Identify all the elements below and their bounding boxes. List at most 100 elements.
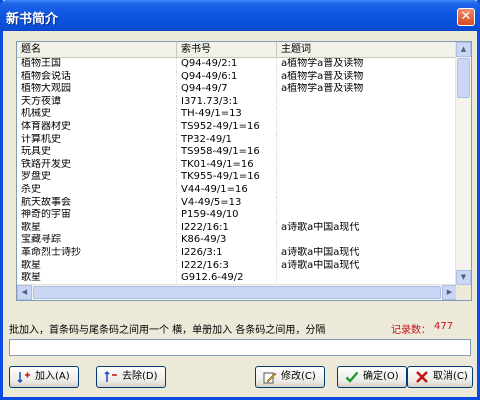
cell-title: 植物大观园 xyxy=(17,83,177,96)
cell-subject: a诗歌a中国a现代 xyxy=(277,221,457,235)
add-button-label: 加入(A) xyxy=(35,371,70,382)
cell-call-number: I222/16:1 xyxy=(177,221,277,235)
cancel-button-label: 取消(C) xyxy=(433,371,468,382)
ok-button[interactable]: 确定(O) xyxy=(337,366,407,388)
scrollbar-corner xyxy=(456,285,471,300)
cell-subject xyxy=(277,133,457,147)
remove-button[interactable]: 去除(D) xyxy=(96,366,166,388)
table-row[interactable]: 植物大观园 Q94-49/7 a植物学a普及读物 xyxy=(17,83,457,96)
cell-call-number: TK01-49/1=16 xyxy=(177,158,277,172)
cell-subject xyxy=(277,183,457,197)
table-row[interactable]: 机械史 TH-49/1=13 xyxy=(17,108,457,121)
table-row[interactable]: 玩具史 TS958-49/1=16 xyxy=(17,146,457,159)
edit-button-label: 修改(C) xyxy=(281,371,316,382)
scroll-right-icon[interactable]: ▶ xyxy=(442,285,457,300)
cell-title: 歌星 xyxy=(17,259,177,273)
add-button[interactable]: 加入(A) xyxy=(9,366,79,388)
window-title: 新书简介 xyxy=(6,12,59,27)
cell-call-number: G912.6-49/2 xyxy=(177,272,277,285)
edit-button[interactable]: 修改(C) xyxy=(255,366,325,388)
cell-subject xyxy=(277,272,457,285)
table-row[interactable]: 宝藏寻踪 K86-49/3 xyxy=(17,234,457,247)
table-row[interactable]: 体育器材史 TS952-49/1=16 xyxy=(17,120,457,134)
dialog-window: 新书简介 ✕ 题名 索书号 主题词 植物王国 Q94-49/2:1 a植物学a普及读… xyxy=(0,0,480,400)
cell-call-number: TP32-49/1 xyxy=(177,133,277,147)
table-row[interactable]: 歌星 I222/16:1 a诗歌a中国a现代 xyxy=(17,221,457,235)
cell-title: 宝藏寻踪 xyxy=(17,234,177,247)
add-icon xyxy=(17,372,30,384)
cell-call-number: P159-49/10 xyxy=(177,209,277,222)
cell-subject xyxy=(277,120,457,134)
cell-subject xyxy=(277,196,457,210)
cell-title: 体育器材史 xyxy=(17,120,177,134)
table-row[interactable]: 植物会说话 Q94-49/6:1 a植物学a普及读物 xyxy=(17,70,457,84)
edit-icon xyxy=(263,372,277,384)
cell-subject: a植物学a普及读物 xyxy=(277,83,457,96)
cell-title: 机械史 xyxy=(17,108,177,121)
cell-title: 罗盘史 xyxy=(17,171,177,184)
list-rows: 植物王国 Q94-49/2:1 a植物学a普及读物 植物会说话 Q94-49/6:1 a植… xyxy=(17,58,457,285)
cell-title: 歌星 xyxy=(17,221,177,235)
table-row[interactable]: 铁路开发史 TK01-49/1=16 xyxy=(17,158,457,172)
cell-subject: a诗歌a中国a现代 xyxy=(277,259,457,273)
ok-button-label: 确定(O) xyxy=(363,371,399,382)
checkmark-icon xyxy=(345,371,359,383)
cell-title: 铁路开发史 xyxy=(17,158,177,172)
cell-call-number: TS958-49/1=16 xyxy=(177,146,277,159)
cell-call-number: K86-49/3 xyxy=(177,234,277,247)
vertical-scroll-thumb[interactable] xyxy=(457,58,470,98)
table-row[interactable]: 天方夜谭 I371.73/3:1 xyxy=(17,95,457,109)
cell-title: 植物王国 xyxy=(17,58,177,71)
cell-subject xyxy=(277,171,457,184)
table-row[interactable]: 航天故事会 V4-49/5=13 xyxy=(17,196,457,210)
record-count-label: 记录数： xyxy=(391,325,431,336)
scroll-down-icon[interactable]: ▼ xyxy=(456,270,471,285)
close-button[interactable]: ✕ xyxy=(457,8,475,26)
cell-title: 歌星 xyxy=(17,272,177,285)
scroll-up-icon[interactable]: ▲ xyxy=(456,42,471,57)
book-list[interactable]: 题名 索书号 主题词 植物王国 Q94-49/2:1 a植物学a普及读物 植物会说话 Q… xyxy=(16,41,472,301)
list-header: 题名 索书号 主题词 xyxy=(17,42,457,58)
cross-icon xyxy=(416,371,428,383)
table-row[interactable]: 歌星 I222/16:3 a诗歌a中国a现代 xyxy=(17,259,457,273)
column-header-subject[interactable]: 主题词 xyxy=(277,42,457,57)
close-icon: ✕ xyxy=(460,9,472,24)
cell-title: 神奇的宇宙 xyxy=(17,209,177,222)
table-row[interactable]: 杀史 V44-49/1=16 xyxy=(17,183,457,197)
table-row[interactable]: 罗盘史 TK955-49/1=16 xyxy=(17,171,457,184)
cell-subject: a诗歌a中国a现代 xyxy=(277,246,457,260)
cell-call-number: V44-49/1=16 xyxy=(177,183,277,197)
cell-subject xyxy=(277,158,457,172)
cell-call-number: I371.73/3:1 xyxy=(177,95,277,109)
cell-call-number: TS952-49/1=16 xyxy=(177,120,277,134)
cell-call-number: TH-49/1=13 xyxy=(177,108,277,121)
vertical-scrollbar[interactable]: ▲ ▼ xyxy=(455,42,471,285)
scroll-left-icon[interactable]: ◀ xyxy=(17,285,32,300)
table-row[interactable]: 计算机史 TP32-49/1 xyxy=(17,133,457,147)
cell-title: 天方夜谭 xyxy=(17,95,177,109)
cell-call-number: Q94-49/6:1 xyxy=(177,70,277,84)
title-bar[interactable]: 新书简介 ✕ xyxy=(0,0,480,31)
cancel-button[interactable]: 取消(C) xyxy=(407,366,473,388)
record-count: 477 xyxy=(434,321,454,332)
column-header-title[interactable]: 题名 xyxy=(17,42,177,57)
cell-subject: a植物学a普及读物 xyxy=(277,58,457,71)
cell-call-number: V4-49/5=13 xyxy=(177,196,277,210)
cell-subject xyxy=(277,209,457,222)
cell-call-number: TK955-49/1=16 xyxy=(177,171,277,184)
cell-title: 航天故事会 xyxy=(17,196,177,210)
table-row[interactable]: 歌星 G912.6-49/2 xyxy=(17,272,457,285)
barcode-input[interactable] xyxy=(9,339,471,356)
horizontal-scroll-thumb[interactable] xyxy=(33,286,441,299)
cell-subject xyxy=(277,108,457,121)
horizontal-scrollbar[interactable]: ◀ ▶ xyxy=(17,284,457,300)
remove-icon xyxy=(104,370,117,382)
cell-subject xyxy=(277,95,457,109)
table-row[interactable]: 革命烈士诗抄 I226/3:1 a诗歌a中国a现代 xyxy=(17,246,457,260)
table-row[interactable]: 神奇的宇宙 P159-49/10 xyxy=(17,209,457,222)
remove-button-label: 去除(D) xyxy=(122,371,158,382)
column-header-call-number[interactable]: 索书号 xyxy=(177,42,277,57)
cell-call-number: Q94-49/7 xyxy=(177,83,277,96)
table-row[interactable]: 植物王国 Q94-49/2:1 a植物学a普及读物 xyxy=(17,58,457,71)
cell-title: 植物会说话 xyxy=(17,70,177,84)
